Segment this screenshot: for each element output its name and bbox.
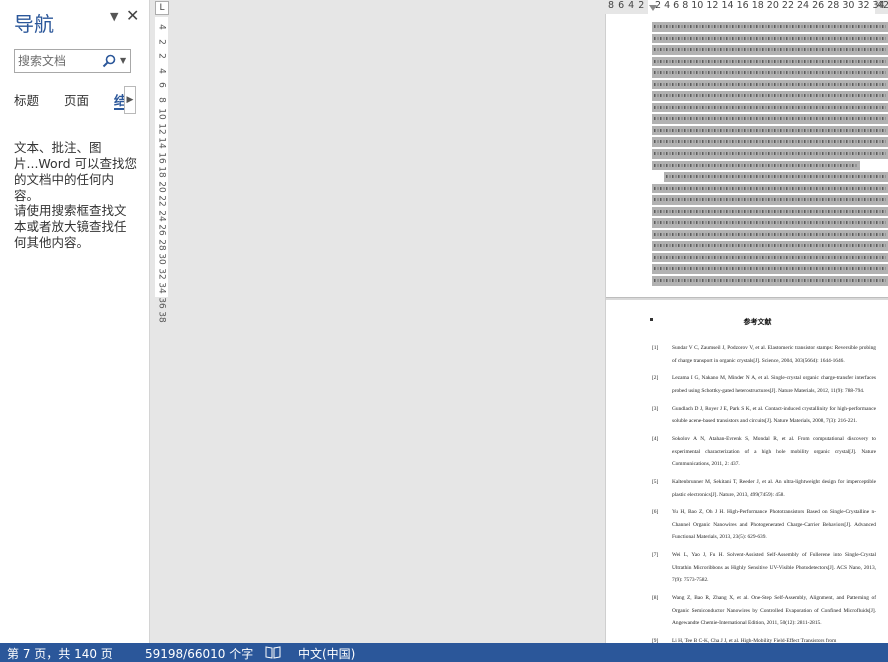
ruler-tick-label: 28 [156,238,167,251]
selected-text-line [652,252,888,263]
references-heading: 参考文献 [743,317,772,326]
ruler-tick-label: 34 [156,282,167,294]
reference-item: [3] Gundlach D J, Royer J E, Park S K, et… [652,403,876,428]
ruler-tick-label: 16 [156,151,167,164]
reference-item: [4] Sokolov A N, Atahan-Evrenk S, Mondal … [652,433,876,471]
horizontal-ruler[interactable]: 8 6 4 2 2 4 6 8 10 12 14 16 18 20 22 24 … [605,0,888,14]
ruler-tick-label: 8 [156,96,167,103]
ruler-right-number: 42 [877,0,888,11]
reference-number: [5] [652,479,659,486]
ruler-tick-label: 24 [156,209,167,222]
nav-help-text-search: 请使用搜索框查找文本或者放大镜查找任何其他内容。 [14,203,127,250]
status-page-count[interactable]: 第 7 页，共 140 页 [7,645,113,662]
selected-text-line [652,137,888,147]
selected-text-line [652,276,888,286]
selected-text-line [652,206,888,217]
ruler-tick-label: 2 [156,53,167,59]
reference-number: [1] [652,345,659,351]
nav-options-chevron-icon[interactable]: ▼ [110,10,118,23]
reference-number: [4] [652,436,659,443]
reference-text: Yu H, Bao Z, Oh J H. High-Performance Ph… [672,509,876,541]
ruler-tick-label: 32 [156,267,167,280]
reference-text: Lezama I G, Nakano M, Minder N A, et al.… [672,375,876,394]
tab-stop-selector[interactable]: L [155,1,169,15]
ruler-tick-label: 18 [156,166,167,178]
references-list: [1] Sundar V C, Zaumseil J, Podzorov V, e… [652,342,876,653]
ruler-tick-label: 10 [156,108,167,120]
reference-text: Wei L, Yao J, Fu H. Solvent-Assisted Sel… [672,552,876,584]
tab-pages[interactable]: 页面 [64,90,89,109]
ruler-numbers: 2 4 6 8 10 12 14 16 18 20 22 24 26 28 30… [655,0,888,11]
reference-number: [3] [652,405,659,412]
status-bar: 第 7 页，共 140 页 59198/66010 个字 中文(中国) [0,643,888,662]
selected-text-line [664,172,888,182]
reference-text: Kaltenbrunner M, Sekitani T, Reeder J, e… [672,479,876,498]
reference-item: [1] Sundar V C, Zaumseil J, Podzorov V, e… [652,342,876,367]
ruler-tick-label: 2 [156,38,167,45]
reference-item: [6] Yu H, Bao Z, Oh J H. High-Performance… [652,506,876,544]
selected-text-line [652,79,888,90]
reference-number: [7] [652,552,659,559]
nav-help-text: 文本、批注、图片...Word 可以查找您的文档中的任何内容。 [14,140,138,203]
selected-text-line [652,195,888,205]
ruler-tick-label: 30 [156,253,167,265]
selected-text-line [652,241,888,251]
ruler-tick-label: 36 [156,296,167,309]
tab-scroll-right-icon[interactable]: ▶ [124,86,136,114]
ruler-tick-label: 20 [156,180,167,193]
selected-text-line [652,56,888,67]
ruler-tick-label: 22 [156,195,167,207]
navigation-pane: 导航 ▼ ✕ ▼ 标题 页面 结果 ▶ 文本、批注、图片...Word 可以查找… [0,0,150,643]
reference-text: Sokolov A N, Atahan-Evrenk S, Mondal R, … [672,436,876,468]
selected-text-line [652,22,888,32]
selected-text-line [652,183,888,194]
ruler-tick-label: 6 [156,82,167,88]
status-language[interactable]: 中文(中国) [298,645,355,662]
selected-text-line [652,229,888,240]
selected-text-line [652,91,888,101]
selected-text-line [652,125,888,136]
ruler-left-numbers: 8 6 4 2 [608,0,645,11]
tab-headings[interactable]: 标题 [14,90,39,109]
reference-number: [8] [652,595,659,602]
reference-number: [6] [652,509,659,516]
reference-text: Gundlach D J, Royer J E, Park S K, et al… [672,405,876,425]
ruler-tick-label: 12 [156,122,167,135]
nav-close-icon[interactable]: ✕ [126,6,139,25]
reference-item: [2] Lezama I G, Nakano M, Minder N A, et … [652,372,876,397]
selected-text-line [652,264,888,274]
page-break [606,297,888,300]
selected-text-line [652,218,888,228]
selected-text-line [652,160,860,171]
reference-number: [2] [652,375,659,382]
proofing-book-icon[interactable] [265,646,281,659]
search-box[interactable]: ▼ [14,49,131,73]
reference-item: [7] Wei L, Yao J, Fu H. Solvent-Assisted … [652,549,876,587]
ruler-tick-label: 26 [156,224,167,236]
ruler-tick-label: 4 [156,67,167,74]
nav-pane-title: 导航 [14,12,54,36]
status-word-count[interactable]: 59198/66010 个字 [145,645,253,662]
selected-text-line [652,33,888,44]
reference-text: Sundar V C, Zaumseil J, Podzorov V, et a… [672,345,876,364]
ruler-tick-label: 14 [156,137,167,149]
search-options-chevron-icon[interactable]: ▼ [120,56,126,65]
document-page[interactable]: 参考文献 [1] Sundar V C, Zaumseil J, Podzorov… [605,14,888,644]
vertical-ruler[interactable]: L 4 2 2 4 6 8 10 12 14 16 18 20 22 24 26 28 30 32 34 36 38 [151,0,173,643]
ruler-tick-label: 38 [156,311,167,323]
search-input[interactable] [18,52,98,70]
selected-text-line [652,68,888,78]
selected-text-line [652,149,888,159]
selected-text-line [652,114,888,124]
search-icon[interactable] [101,53,117,69]
selected-text-line [652,102,888,113]
reference-text: Wang Z, Bao R, Zhang X, et al. One-Step … [672,595,876,627]
selected-text-block[interactable] [652,22,888,286]
ruler-tick-label: 4 [156,24,167,30]
selected-text-line [652,45,888,55]
reference-item: [5] Kaltenbrunner M, Sekitani T, Reeder J… [652,476,876,501]
reference-item: [8] Wang Z, Bao R, Zhang X, et al. One-St… [652,592,876,630]
